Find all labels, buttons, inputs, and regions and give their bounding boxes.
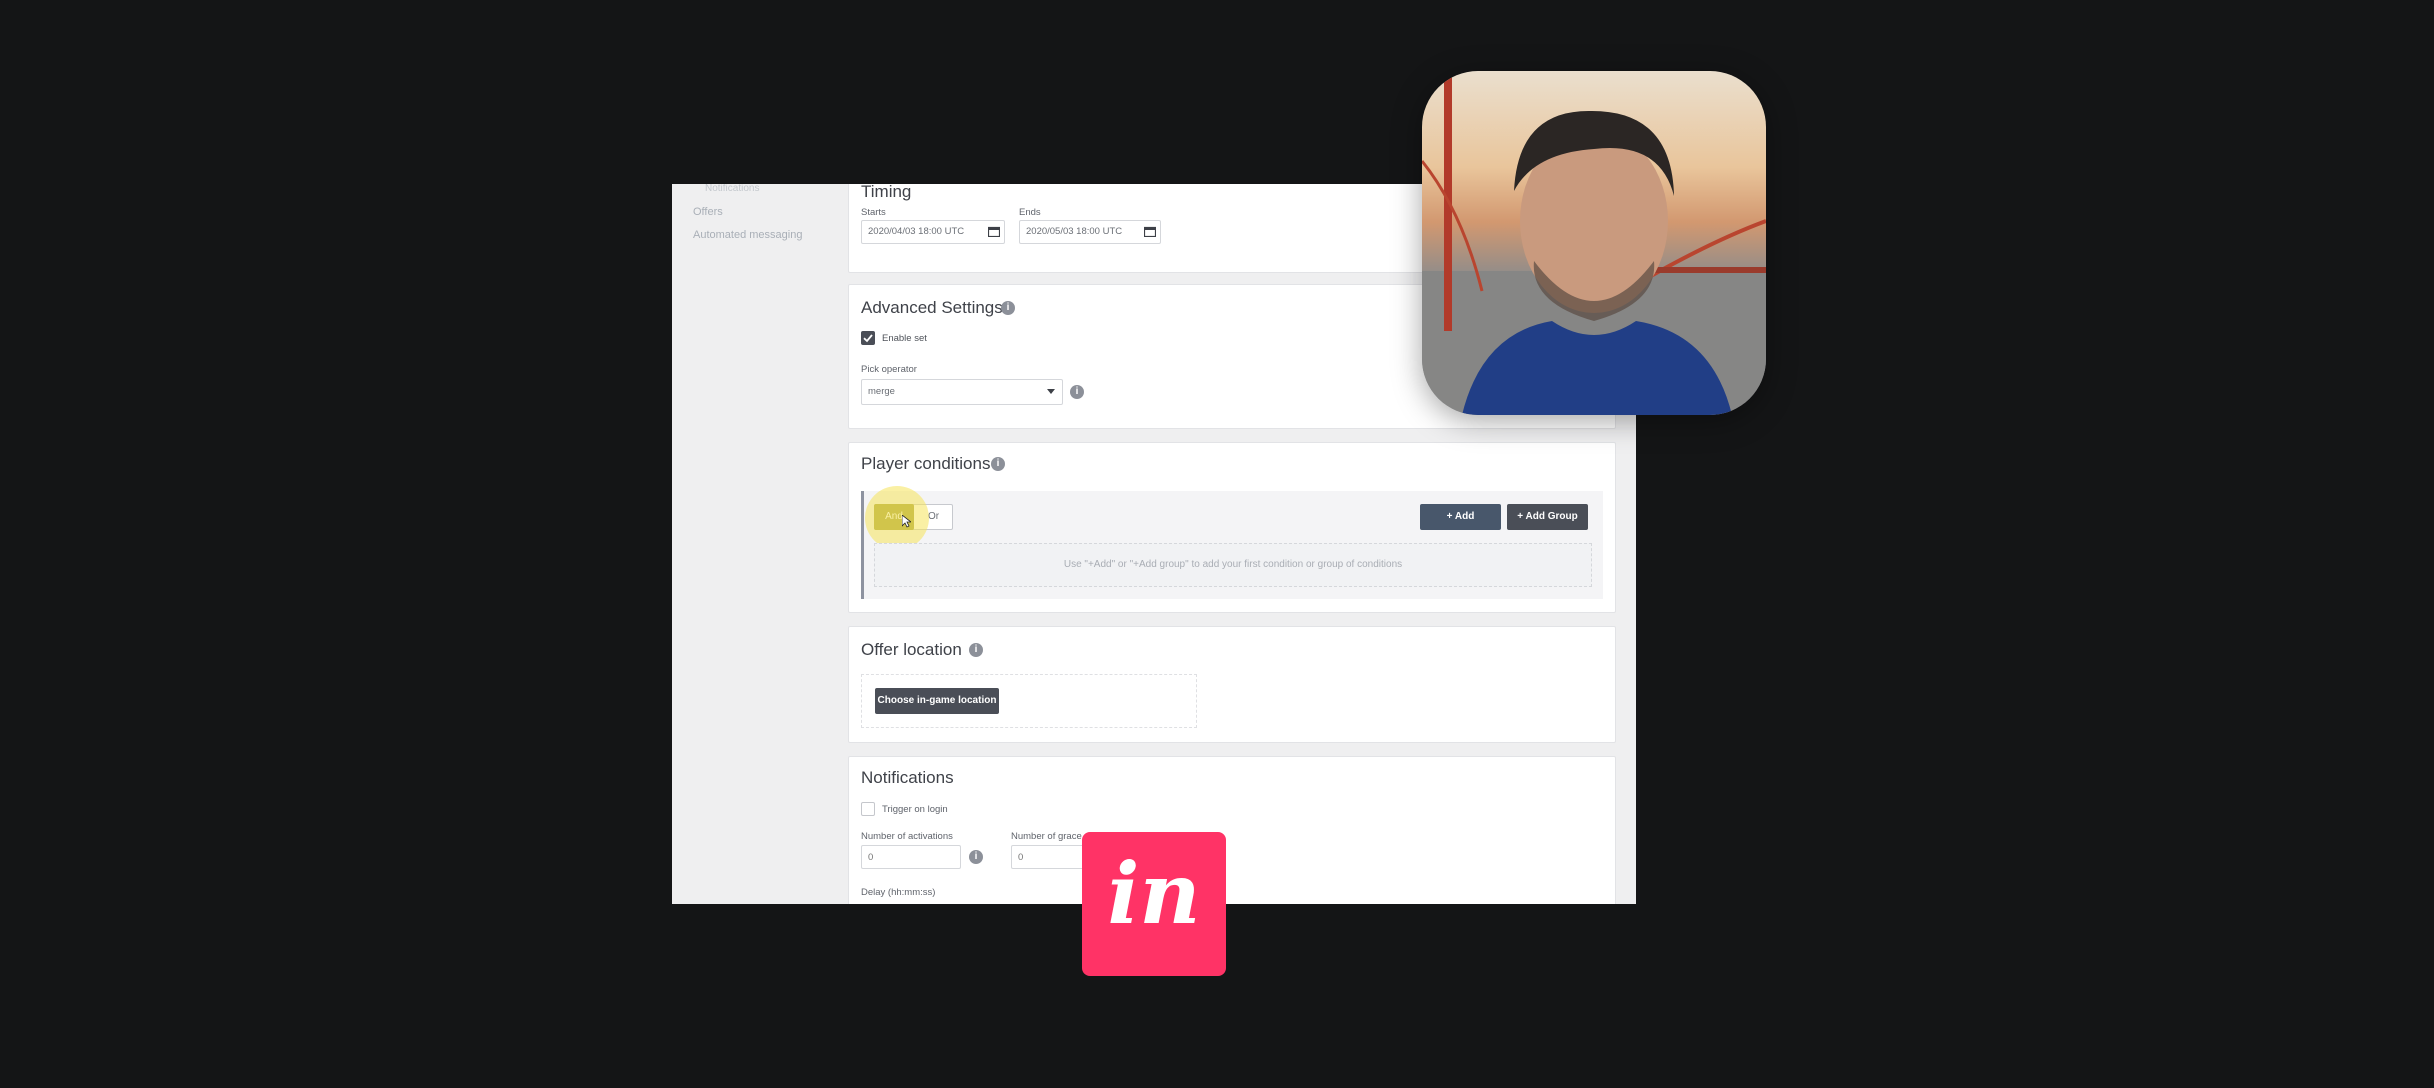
operator-select[interactable]: merge — [861, 379, 1063, 405]
offer-location-card: Offer location i Choose in-game location — [848, 626, 1616, 743]
check-icon — [863, 334, 873, 343]
trigger-on-login-label: Trigger on login — [882, 804, 948, 815]
trigger-on-login-checkbox[interactable] — [861, 802, 875, 816]
empty-conditions-placeholder: Use "+Add" or "+Add group" to add your f… — [874, 543, 1592, 587]
condition-group: And Or + Add + Add Group Use "+Add" or "… — [861, 486, 1603, 599]
timing-title: Timing — [861, 184, 912, 201]
sidebar: Notifications Offers Automated messaging — [672, 184, 847, 904]
delay-label: Delay (hh:mm:ss) — [861, 887, 936, 898]
webcam-image — [1422, 71, 1766, 415]
advanced-settings-title: Advanced Settings — [861, 298, 1003, 317]
sidebar-item-automated-messaging[interactable]: Automated messaging — [693, 229, 802, 241]
offer-location-title: Offer location — [861, 640, 962, 659]
notifications-card: Notifications Trigger on login Number of… — [848, 756, 1616, 904]
starts-input[interactable]: 2020/04/03 18:00 UTC — [861, 220, 1005, 244]
info-icon[interactable]: i — [991, 457, 1005, 471]
chevron-down-icon — [1047, 389, 1055, 394]
or-toggle-button[interactable]: Or — [914, 504, 953, 530]
notifications-title: Notifications — [861, 768, 954, 787]
enable-set-label: Enable set — [882, 333, 927, 344]
ends-input[interactable]: 2020/05/03 18:00 UTC — [1019, 220, 1161, 244]
ends-label: Ends — [1019, 207, 1041, 218]
info-icon[interactable]: i — [1001, 301, 1015, 315]
player-conditions-card: Player conditions i And Or + Add + Add G… — [848, 442, 1616, 613]
info-icon[interactable]: i — [1070, 385, 1084, 399]
calendar-icon[interactable] — [1144, 226, 1156, 237]
activations-label: Number of activations — [861, 831, 953, 842]
info-icon[interactable]: i — [969, 643, 983, 657]
sidebar-item-offers[interactable]: Offers — [693, 206, 723, 218]
grace-label: Number of grace — [1011, 831, 1082, 842]
operator-value: merge — [868, 386, 895, 397]
starts-label: Starts — [861, 207, 886, 218]
info-icon[interactable]: i — [969, 850, 983, 864]
logo-text: in — [1107, 844, 1201, 943]
calendar-icon[interactable] — [988, 226, 1000, 237]
ends-value: 2020/05/03 18:00 UTC — [1026, 226, 1123, 237]
webcam-video — [1422, 71, 1766, 415]
choose-location-button[interactable]: Choose in-game location — [875, 688, 999, 714]
add-group-button[interactable]: + Add Group — [1507, 504, 1588, 530]
activations-input[interactable] — [861, 845, 961, 869]
player-conditions-title: Player conditions — [861, 454, 991, 473]
sidebar-item-notifications[interactable]: Notifications — [705, 184, 759, 194]
invision-logo: in — [1082, 832, 1226, 976]
cursor-icon — [902, 515, 911, 528]
starts-value: 2020/04/03 18:00 UTC — [868, 226, 965, 237]
enable-set-checkbox[interactable] — [861, 331, 875, 345]
pick-operator-label: Pick operator — [861, 364, 917, 375]
add-condition-button[interactable]: + Add — [1420, 504, 1501, 530]
